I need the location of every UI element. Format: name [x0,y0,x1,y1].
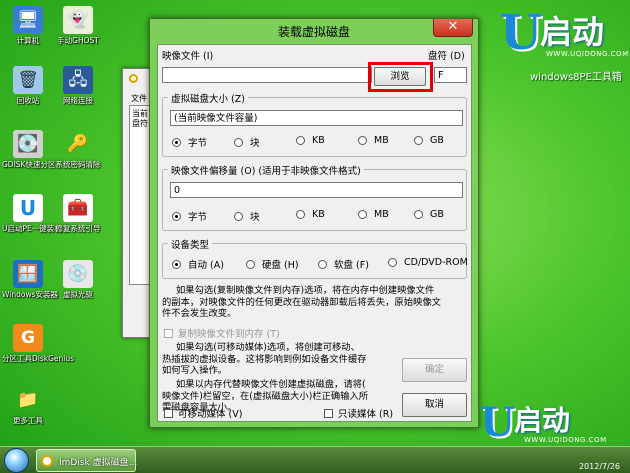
pe-toolbox-label: windows8PE工具箱 [530,72,622,83]
brand-url: WWW.UQIDONG.COM [524,436,607,444]
bg-window-col-drive: 盘符 [132,119,148,128]
desktop-icon-ghost[interactable]: 👻 手动GHOST [52,6,104,45]
drive-letter-label: 盘符 (D) [428,51,465,62]
size-unit-kb[interactable]: KB [296,135,325,146]
brand-logo-bottom: U 启动 WWW.UQIDONG.COM [480,402,630,452]
tray-date: 2012/7/26 [578,462,620,471]
offset-title: 映像文件偏移量 (O) (适用于非映像文件格式) [168,163,364,177]
desktop-icon-diskgenius[interactable]: G 分区工具DiskGenius [2,324,74,363]
removable-description: 如果勾选(可移动媒体)选项，将创建可移动、 热插拔的虚拟设备。这将影响到例如设备… [162,342,367,376]
drive-letter-select[interactable]: F [434,67,467,83]
radio-off-icon [414,136,423,145]
device-type-title: 设备类型 [168,237,213,251]
start-button[interactable] [4,448,29,473]
radio-off-icon [234,211,243,221]
radio-off-icon [234,137,243,147]
offset-unit-gb[interactable]: GB [414,209,444,220]
desktop-icon-network[interactable]: 🖧 网络连接 [52,66,104,105]
size-unit-gb[interactable]: GB [414,135,444,146]
imdisk-icon [41,455,53,467]
radio-on-icon [172,259,181,269]
taskbar-item-imdisk[interactable]: ImDisk 虚拟磁盘... [36,449,137,472]
offset-unit-blocks[interactable]: 块 [234,209,260,223]
close-button[interactable]: ✕ [433,19,473,37]
radio-off-icon [296,136,305,145]
close-icon: ✕ [447,19,459,34]
radio-off-icon [358,210,367,219]
desktop-icon-u-install[interactable]: U U启动PE一键装机 [2,194,62,233]
offset-group [162,169,467,231]
windows-installer-icon: 🪟 [13,260,43,288]
brand-url: WWW.UQIDONG.COM [546,50,629,58]
cancel-button[interactable]: 取消 [402,393,467,417]
u-install-icon: U [13,194,43,222]
dialog-titlebar[interactable]: 装载虚拟磁盘 ✕ [150,19,478,43]
offset-unit-bytes[interactable]: 字节 [172,209,207,223]
brand-u-letter: U [480,399,515,446]
imdisk-icon [129,74,138,83]
browse-button[interactable]: 浏览 [374,67,426,86]
device-type-floppy[interactable]: 软盘 (F) [318,257,369,271]
dialog-title: 装载虚拟磁盘 [277,25,350,39]
key-icon: 🔑 [67,133,89,154]
desktop-icon-repair-boot[interactable]: 🧰 修复系统引导 [52,194,104,233]
folder-icon: 📁 [17,389,39,410]
desktop-icon-password-clear[interactable]: 🔑 系统密码清除 [52,130,104,169]
checkbox-icon [164,328,173,338]
offset-unit-mb[interactable]: MB [358,209,389,220]
brand-name: 启动 [540,13,605,51]
disk-size-title: 虚拟磁盘大小 (Z) [168,91,248,105]
recycle-bin-icon: 🗑 [13,66,43,94]
radio-off-icon [246,259,255,269]
dialog-client: 映像文件 (I) 盘符 (D) 浏览 F 虚拟磁盘大小 (Z) (当前映像文件容… [157,44,472,422]
size-unit-mb[interactable]: MB [358,135,389,146]
disk-size-group [162,97,467,157]
desktop-icon-more-tools[interactable]: 📁 更多工具 [2,386,54,425]
desktop-icon-recycle-bin[interactable]: 🗑 回收站 [2,66,54,105]
bg-window-label: 文件 [131,94,147,103]
device-type-hdd[interactable]: 硬盘 (H) [246,257,299,271]
ghost-icon: 👻 [63,6,93,34]
network-icon: 🖧 [63,66,93,94]
radio-off-icon [358,136,367,145]
device-type-auto[interactable]: 自动 (A) [172,257,224,271]
radio-off-icon [414,210,423,219]
disk-size-input[interactable]: (当前映像文件容量) [170,110,463,126]
radio-on-icon [172,137,181,147]
copy-to-memory-checkbox[interactable]: 复制映像文件到内存 (T) [164,326,280,340]
size-unit-blocks[interactable]: 块 [234,135,260,149]
radio-on-icon [172,211,181,221]
readonly-media-checkbox[interactable]: 只读媒体 (R) [324,406,393,420]
desktop-icon-virtual-drive[interactable]: 💿 虚拟光驱 [52,260,104,299]
repair-icon: 🧰 [63,194,93,222]
offset-input[interactable]: 0 [170,182,463,198]
offset-unit-kb[interactable]: KB [296,209,325,220]
gdisk-icon: 💽 [13,130,43,158]
desktop-icon-gdisk[interactable]: 💽 GDISK快速分区 [2,130,55,169]
mount-virtual-disk-dialog: 装载虚拟磁盘 ✕ 映像文件 (I) 盘符 (D) 浏览 F 虚拟磁盘大小 (Z)… [149,18,479,428]
image-file-label: 映像文件 (I) [162,51,214,62]
ok-button[interactable]: 确定 [402,358,467,382]
radio-off-icon [318,259,327,269]
taskbar: ImDisk 虚拟磁盘... 2012/7/26 [0,446,630,473]
desktop-icon-windows-installer[interactable]: 🪟 Windows安装器 [2,260,58,299]
device-type-cdrom[interactable]: CD/DVD-ROM [388,257,468,268]
image-file-input[interactable] [162,67,372,83]
checkbox-icon [164,408,173,418]
removable-media-checkbox[interactable]: 可移动媒体 (V) [164,406,242,420]
brand-name: 启动 [514,404,571,437]
desktop-icon-computer[interactable]: 🖥 计算机 [2,6,54,45]
copy-memory-description: 如果勾选(复制映像文件到内存)选项，将在内存中创建映像文件 的副本，对映像文件的… [162,285,441,319]
radio-off-icon [296,210,305,219]
size-unit-bytes[interactable]: 字节 [172,135,207,149]
radio-off-icon [388,258,397,267]
diskgenius-icon: G [13,324,43,352]
desktop-icons: 🖥 计算机 👻 手动GHOST 🗑 回收站 🖧 网络连接 💽 GDISK快速分区… [0,0,110,440]
brand-u-letter: U [500,5,542,61]
computer-icon: 🖥 [13,6,43,34]
checkbox-icon [324,408,333,418]
virtual-drive-icon: 💿 [63,260,93,288]
